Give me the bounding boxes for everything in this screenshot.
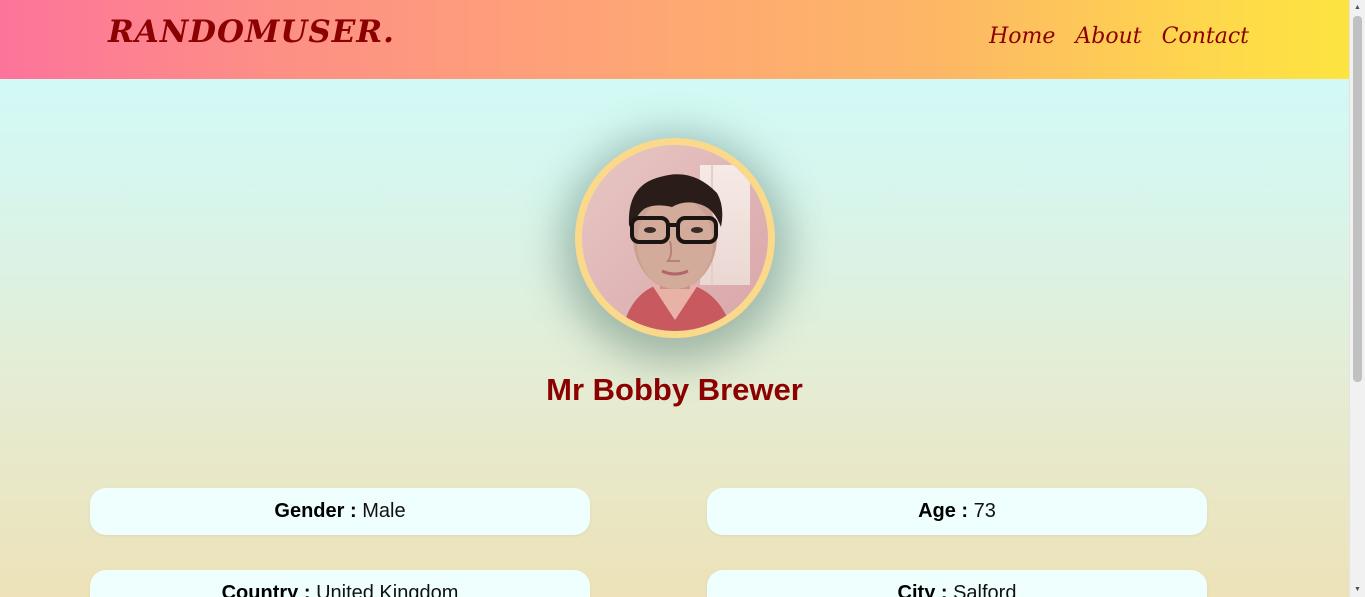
avatar-ring [575,138,775,338]
gender-label: Gender : [274,500,357,522]
country-label: Country : [221,582,311,597]
nav-links: Home About Contact [989,22,1249,52]
avatar [582,145,768,331]
brand-logo[interactable]: RANDOMUSER. [108,12,395,52]
country-value: United Kingdom [316,582,459,597]
gender-card: Gender : Male [90,488,590,535]
nav-link-about[interactable]: About [1075,22,1141,52]
age-label: Age : [918,500,969,522]
nav-link-contact[interactable]: Contact [1162,22,1249,52]
navbar: RANDOMUSER. Home About Contact [0,0,1349,79]
age-card: Age : 73 [707,488,1207,535]
scroll-down-icon[interactable]: ▼ [1350,582,1365,597]
country-card: Country : United Kingdom [90,570,590,597]
page: RANDOMUSER. Home About Contact Mr Bobby … [0,0,1365,597]
city-value: Salford [953,582,1017,597]
gender-value: Male [362,500,406,522]
nav-link-home[interactable]: Home [989,22,1055,52]
scrollbar-thumb[interactable] [1353,16,1362,382]
user-photo-icon [582,145,768,331]
scroll-up-icon[interactable]: ▲ [1350,0,1365,15]
vertical-scrollbar[interactable]: ▲ ▼ [1349,0,1365,597]
city-card: City : Salford [707,570,1207,597]
city-label: City : [897,582,948,597]
age-value: 73 [973,500,996,522]
user-name: Mr Bobby Brewer [546,372,803,407]
